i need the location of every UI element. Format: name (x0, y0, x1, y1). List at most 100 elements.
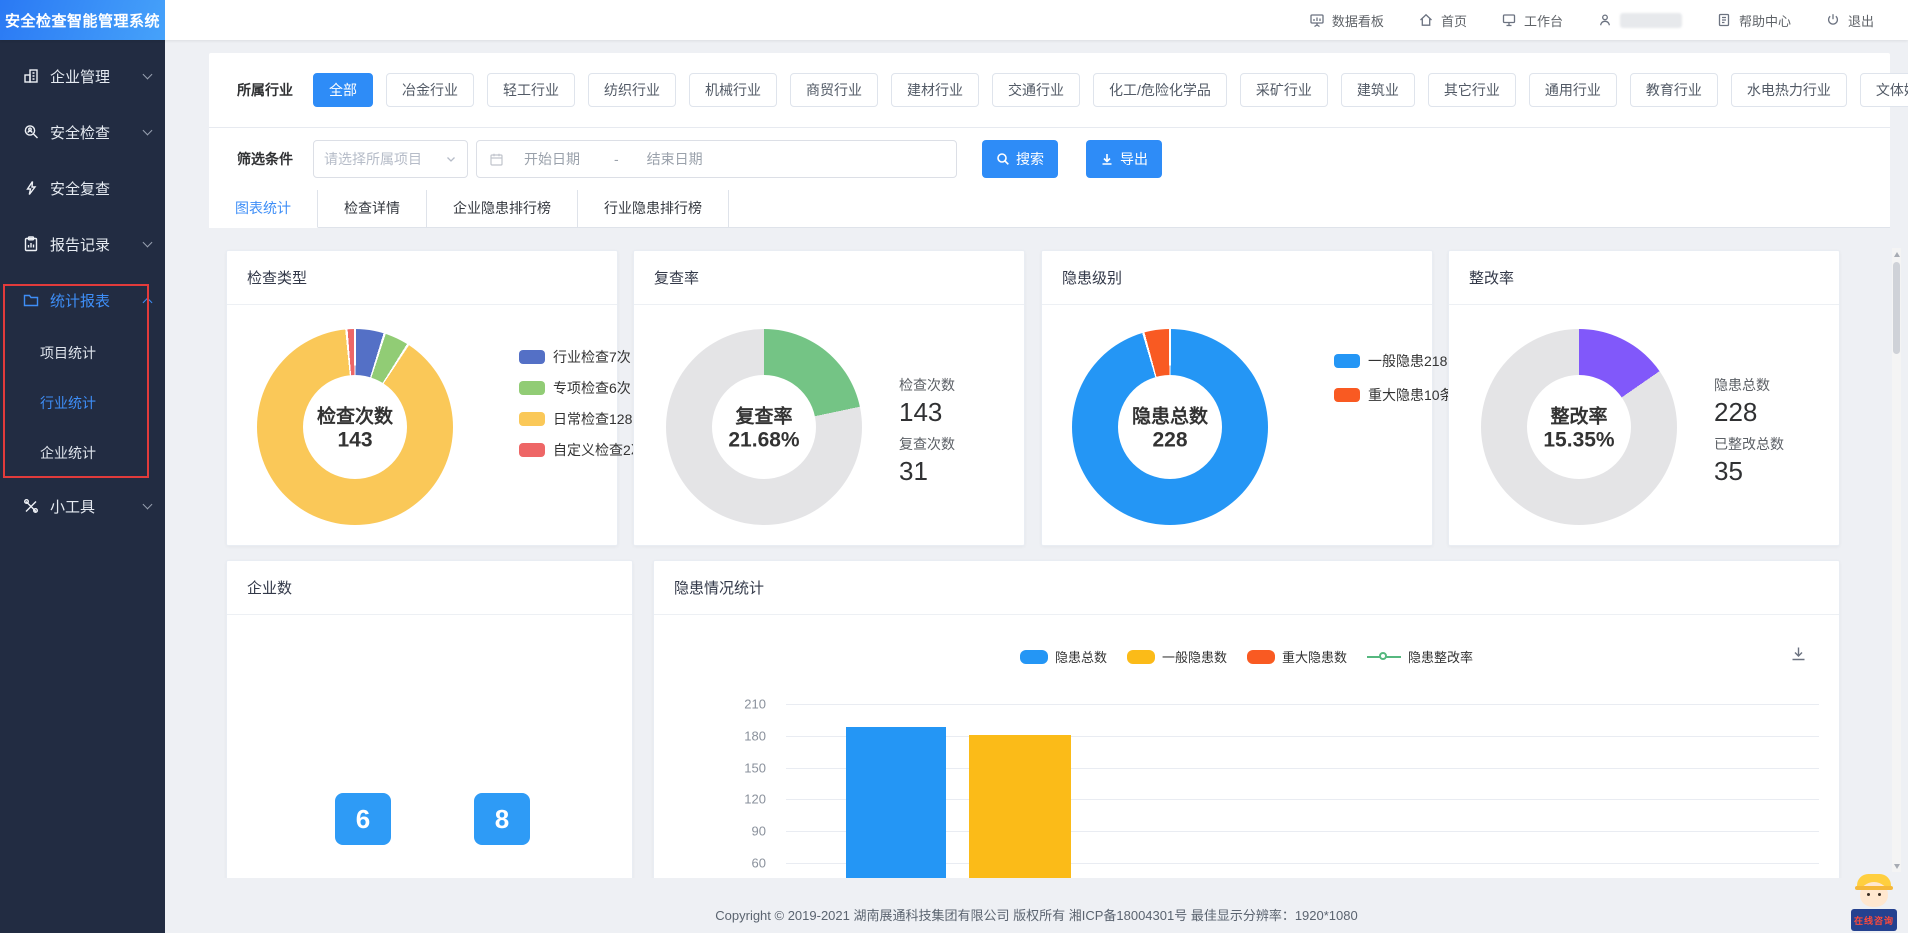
industry-button-mining[interactable]: 采矿行业 (1240, 73, 1328, 107)
tab-enterprise-hazard-ranking[interactable]: 企业隐患排行榜 (427, 190, 578, 227)
card-title: 复查率 (634, 251, 1024, 305)
workbench-icon (1501, 12, 1517, 28)
legend-item[interactable]: 行业检查7次 (519, 347, 646, 367)
app-logo: 安全检查智能管理系统 (0, 0, 165, 40)
scrollbar-up-arrow[interactable] (1892, 248, 1901, 260)
scrollbar-thumb[interactable] (1893, 262, 1900, 354)
legend-item[interactable]: 隐患整改率 (1367, 647, 1473, 666)
legend-line-swatch (1367, 650, 1401, 664)
lightning-icon (22, 179, 40, 197)
sidebar-item-industry-statistics[interactable]: 行业统计 (0, 378, 165, 428)
nav-home[interactable]: 首页 (1418, 11, 1467, 30)
review-rate-donut-chart[interactable]: 复查率 21.68% (666, 329, 862, 525)
card-hazard-level: 隐患级别 隐患总数 228 一般隐患218条 重大隐患10条 (1041, 250, 1433, 546)
legend-item[interactable]: 自定义检查2次 (519, 440, 646, 460)
top-header: 安全检查智能管理系统 数据看板 首页 工作台 帮助中心 退出 (0, 0, 1908, 40)
legend-item[interactable]: 一般隐患数 (1127, 647, 1227, 666)
nav-logout[interactable]: 退出 (1825, 11, 1874, 30)
sidebar-item-statistics-reports[interactable]: 统计报表 (0, 272, 165, 328)
hazard-level-donut-chart[interactable]: 隐患总数 228 (1072, 329, 1268, 525)
power-icon (1825, 12, 1841, 28)
tab-inspection-details[interactable]: 检查详情 (318, 190, 427, 227)
industry-button-education[interactable]: 教育行业 (1630, 73, 1718, 107)
project-select-placeholder: 请选择所属项目 (324, 149, 445, 169)
filter-conditions-label: 筛选条件 (237, 149, 293, 169)
industry-button-other[interactable]: 其它行业 (1428, 73, 1516, 107)
check-type-donut-chart[interactable]: 检查次数 143 (257, 329, 453, 525)
industry-button-metallurgy[interactable]: 冶金行业 (386, 73, 474, 107)
chevron-down-icon (143, 238, 153, 248)
legend-item[interactable]: 一般隐患218条 (1334, 351, 1461, 371)
legend-swatch (519, 350, 545, 364)
card-check-type: 检查类型 检查次数 143 行业检查7次 专项检查6次 日常检查128次 自定义… (226, 250, 618, 546)
project-select[interactable]: 请选择所属项目 (313, 140, 468, 178)
legend-item[interactable]: 隐患总数 (1020, 647, 1107, 666)
industry-filter-label: 所属行业 (237, 80, 293, 100)
tab-industry-hazard-ranking[interactable]: 行业隐患排行榜 (578, 190, 729, 227)
chart-download-icon[interactable] (1790, 645, 1807, 667)
donut-center-label: 整改率 15.35% (1519, 402, 1639, 453)
enterprise-count-node[interactable]: 6 (335, 793, 391, 845)
bar-general-hazard[interactable] (969, 735, 1071, 878)
industry-button-all[interactable]: 全部 (313, 73, 373, 107)
sidebar-item-safety-inspection[interactable]: 安全检查 (0, 104, 165, 160)
industry-button-general[interactable]: 通用行业 (1529, 73, 1617, 107)
legend-item[interactable]: 重大隐患10条 (1334, 385, 1461, 405)
industry-button-light-industry[interactable]: 轻工行业 (487, 73, 575, 107)
download-icon (1100, 152, 1114, 166)
scrollbar-down-arrow[interactable] (1892, 860, 1901, 872)
industry-button-construction[interactable]: 建筑业 (1341, 73, 1415, 107)
date-range-picker[interactable]: 开始日期 - 结束日期 (476, 140, 957, 178)
donut-center-label: 隐患总数 228 (1110, 402, 1230, 453)
user-icon (1597, 12, 1613, 28)
charts-area: 检查类型 检查次数 143 行业检查7次 专项检查6次 日常检查128次 自定义… (209, 240, 1890, 878)
legend-swatch (1247, 650, 1275, 664)
chevron-down-icon (143, 126, 153, 136)
rectify-rate-donut-chart[interactable]: 整改率 15.35% (1481, 329, 1677, 525)
sidebar-item-small-tools[interactable]: 小工具 (0, 478, 165, 534)
nav-help-center[interactable]: 帮助中心 (1716, 11, 1791, 30)
nav-user[interactable] (1597, 12, 1682, 28)
industry-button-textile[interactable]: 纺织行业 (588, 73, 676, 107)
help-center-icon (1716, 12, 1732, 28)
donut-center-label: 复查率 21.68% (704, 402, 824, 453)
chevron-up-icon (143, 297, 153, 307)
start-date-input[interactable]: 开始日期 (524, 149, 580, 169)
legend-item[interactable]: 日常检查128次 (519, 409, 646, 429)
online-service-widget[interactable]: 在线咨询 (1848, 874, 1900, 931)
sidebar-item-enterprise-management[interactable]: 企业管理 (0, 48, 165, 104)
industry-button-sports-entertainment[interactable]: 文体娱乐 (1860, 73, 1908, 107)
card-rectify-rate: 整改率 整改率 15.35% 隐患总数 228 已整改总数 35 (1448, 250, 1840, 546)
industry-button-transportation[interactable]: 交通行业 (992, 73, 1080, 107)
building-icon (22, 67, 40, 85)
card-title: 整改率 (1449, 251, 1839, 305)
industry-button-commerce[interactable]: 商贸行业 (790, 73, 878, 107)
nav-data-board[interactable]: 数据看板 (1309, 11, 1384, 30)
industry-button-building-materials[interactable]: 建材行业 (891, 73, 979, 107)
tab-chart-statistics[interactable]: 图表统计 (209, 190, 318, 228)
card-enterprise-count: 企业数 6 8 (226, 560, 633, 878)
export-button[interactable]: 导出 (1086, 140, 1162, 178)
legend-swatch (519, 381, 545, 395)
bar-hazard-total[interactable] (846, 727, 946, 878)
calendar-icon (489, 152, 504, 167)
sidebar-item-report-records[interactable]: 报告记录 (0, 216, 165, 272)
sidebar-item-safety-review[interactable]: 安全复查 (0, 160, 165, 216)
legend-item[interactable]: 专项检查6次 (519, 378, 646, 398)
legend-swatch (1334, 354, 1360, 368)
sidebar-item-project-statistics[interactable]: 项目统计 (0, 328, 165, 378)
app-root: 安全检查智能管理系统 数据看板 首页 工作台 帮助中心 退出 (0, 0, 1908, 933)
nav-workbench[interactable]: 工作台 (1501, 11, 1563, 30)
search-button[interactable]: 搜索 (982, 140, 1058, 178)
enterprise-count-node[interactable]: 8 (474, 793, 530, 845)
end-date-input[interactable]: 结束日期 (647, 149, 703, 169)
industry-button-utilities[interactable]: 水电热力行业 (1731, 73, 1847, 107)
industry-button-chemical[interactable]: 化工/危险化学品 (1093, 73, 1227, 107)
legend-item[interactable]: 重大隐患数 (1247, 647, 1347, 666)
inspection-icon (22, 123, 40, 141)
legend-swatch (519, 412, 545, 426)
legend-swatch (1127, 650, 1155, 664)
sidebar-item-enterprise-statistics[interactable]: 企业统计 (0, 428, 165, 478)
tabs-bar: 图表统计 检查详情 企业隐患排行榜 行业隐患排行榜 (209, 190, 1890, 228)
industry-button-machinery[interactable]: 机械行业 (689, 73, 777, 107)
